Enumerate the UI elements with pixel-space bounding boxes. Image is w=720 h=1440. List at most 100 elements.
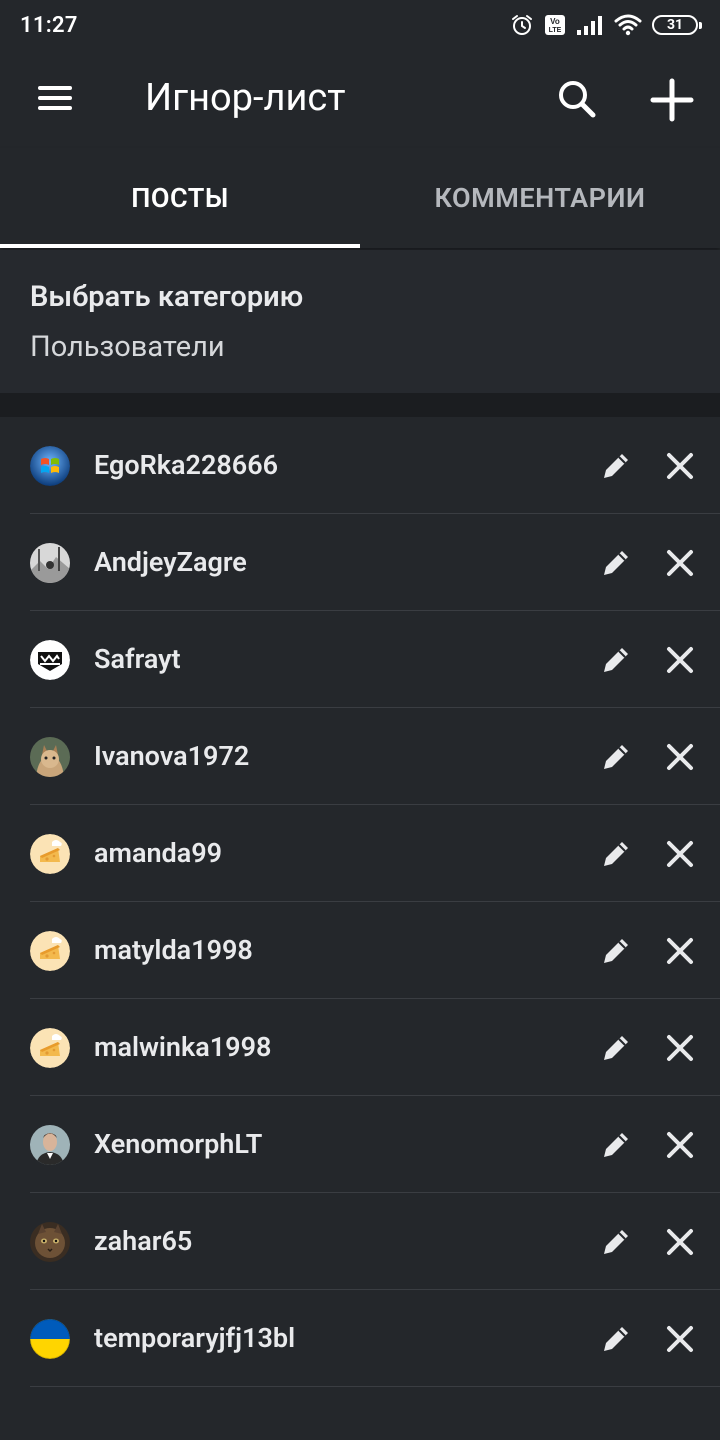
close-icon xyxy=(667,841,693,867)
edit-button[interactable] xyxy=(598,1321,634,1357)
pencil-icon xyxy=(604,1133,628,1157)
volte-icon: Vo LTE xyxy=(544,13,566,37)
list-item: Ivanova1972 xyxy=(0,708,720,805)
status-time: 11:27 xyxy=(20,12,78,38)
pencil-icon xyxy=(604,939,628,963)
category-label: Выбрать категорию xyxy=(30,280,304,314)
remove-button[interactable] xyxy=(664,1323,696,1355)
search-icon xyxy=(559,81,596,118)
user-name[interactable]: Ivanova1972 xyxy=(94,740,249,772)
remove-button[interactable] xyxy=(664,1129,696,1161)
wifi-icon xyxy=(614,14,642,36)
avatar-cat-face-photo xyxy=(30,1222,70,1262)
list-item: AndjeyZagre xyxy=(0,514,720,611)
category-value[interactable]: Пользователи xyxy=(30,330,690,364)
remove-button[interactable] xyxy=(664,1226,696,1258)
close-icon xyxy=(667,938,693,964)
pencil-icon xyxy=(604,1036,628,1060)
pencil-icon xyxy=(604,454,628,478)
close-icon xyxy=(667,744,693,770)
section-separator xyxy=(0,393,720,417)
user-name[interactable]: XenomorphLT xyxy=(94,1128,262,1160)
list-item: matylda1998 xyxy=(0,902,720,999)
remove-button[interactable] xyxy=(664,644,696,676)
pencil-icon xyxy=(604,1230,628,1254)
close-icon xyxy=(667,1229,693,1255)
remove-button[interactable] xyxy=(664,741,696,773)
list-item: amanda99 xyxy=(0,805,720,902)
user-name[interactable]: amanda99 xyxy=(94,837,222,869)
close-icon xyxy=(667,647,693,673)
edit-button[interactable] xyxy=(598,836,634,872)
tab-comments[interactable]: КОММЕНТАРИИ xyxy=(360,148,720,248)
page-title: Игнор-лист xyxy=(145,76,346,120)
avatar-windows-logo xyxy=(30,446,70,486)
app-bar: Игнор-лист xyxy=(0,50,720,148)
avatar-portrait-photo xyxy=(30,1125,70,1165)
close-icon xyxy=(667,550,693,576)
menu-icon xyxy=(28,86,84,110)
edit-button[interactable] xyxy=(598,545,634,581)
tab-bar: ПОСТЫ КОММЕНТАРИИ xyxy=(0,148,720,248)
avatar-default-cheese xyxy=(30,1028,70,1068)
status-icons: Vo LTE 31 xyxy=(510,13,702,37)
status-bar: 11:27 Vo LTE 31 xyxy=(0,0,720,50)
tab-posts-label: ПОСТЫ xyxy=(131,182,229,214)
user-name[interactable]: EgoRka228666 xyxy=(94,449,278,481)
svg-text:LTE: LTE xyxy=(549,27,562,34)
close-icon xyxy=(667,1132,693,1158)
pencil-icon xyxy=(604,1327,628,1351)
avatar-badge-emblem xyxy=(30,640,70,680)
close-icon xyxy=(667,1326,693,1352)
edit-button[interactable] xyxy=(598,448,634,484)
list-item: zahar65 xyxy=(0,1193,720,1290)
close-icon xyxy=(667,1035,693,1061)
user-name[interactable]: malwinka1998 xyxy=(94,1031,271,1063)
remove-button[interactable] xyxy=(664,838,696,870)
user-name[interactable]: Safrayt xyxy=(94,643,181,675)
tab-indicator xyxy=(0,244,360,248)
pencil-icon xyxy=(604,551,628,575)
avatar-ukraine-flag xyxy=(30,1319,70,1359)
edit-button[interactable] xyxy=(598,1030,634,1066)
remove-button[interactable] xyxy=(664,935,696,967)
plus-icon xyxy=(650,78,694,122)
avatar-default-cheese xyxy=(30,931,70,971)
edit-button[interactable] xyxy=(598,1127,634,1163)
pencil-icon xyxy=(604,842,628,866)
menu-button[interactable] xyxy=(28,80,84,120)
edit-button[interactable] xyxy=(598,933,634,969)
avatar-cat-photo xyxy=(30,737,70,777)
category-selector[interactable]: Выбрать категорию Пользователи xyxy=(0,250,720,393)
list-item: Safrayt xyxy=(0,611,720,708)
search-button[interactable] xyxy=(552,74,602,124)
close-icon xyxy=(667,453,693,479)
remove-button[interactable] xyxy=(664,547,696,579)
list-item: XenomorphLT xyxy=(0,1096,720,1193)
avatar-winter-photo xyxy=(30,543,70,583)
alarm-icon xyxy=(510,13,534,37)
svg-text:Vo: Vo xyxy=(550,17,560,26)
list-item: temporaryjfj13bl xyxy=(0,1290,720,1387)
tab-posts[interactable]: ПОСТЫ xyxy=(0,148,360,248)
pencil-icon xyxy=(604,648,628,672)
user-name[interactable]: temporaryjfj13bl xyxy=(94,1322,295,1354)
remove-button[interactable] xyxy=(664,1032,696,1064)
remove-button[interactable] xyxy=(664,450,696,482)
edit-button[interactable] xyxy=(598,642,634,678)
pencil-icon xyxy=(604,745,628,769)
list-item: malwinka1998 xyxy=(0,999,720,1096)
tab-comments-label: КОММЕНТАРИИ xyxy=(434,182,646,214)
row-divider xyxy=(30,1386,720,1387)
ignore-list-screen: 11:27 Vo LTE 31 Игнор-лист ПОСТЫ КОММЕНТ… xyxy=(0,0,720,1440)
user-name[interactable]: matylda1998 xyxy=(94,934,253,966)
edit-button[interactable] xyxy=(598,1224,634,1260)
user-name[interactable]: AndjeyZagre xyxy=(94,546,247,578)
add-button[interactable] xyxy=(646,74,698,126)
edit-button[interactable] xyxy=(598,739,634,775)
battery-icon: 31 xyxy=(652,15,702,35)
ignored-users-list: EgoRka228666 AndjeyZagre Safrayt Ivanova… xyxy=(0,417,720,1387)
avatar-default-cheese xyxy=(30,834,70,874)
user-name[interactable]: zahar65 xyxy=(94,1225,192,1257)
signal-icon xyxy=(576,14,604,36)
